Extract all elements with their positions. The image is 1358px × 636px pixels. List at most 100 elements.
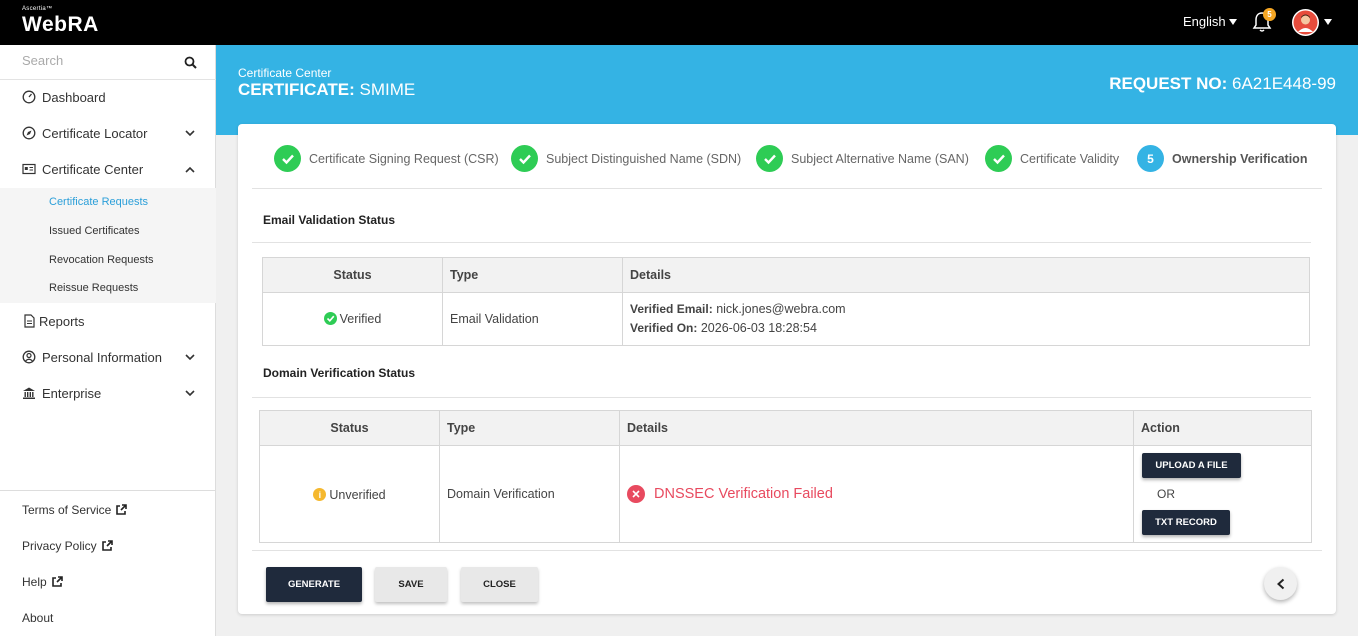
status-badge: Verified: [323, 311, 382, 326]
sidebar-footer: Terms of Service Privacy Policy Help Abo…: [0, 490, 216, 636]
sidebar-item-certificate-center[interactable]: Certificate Center: [0, 151, 216, 187]
table-header-row: Status Type Details Action: [259, 410, 1312, 446]
upload-file-button[interactable]: UPLOAD A FILE: [1142, 453, 1241, 478]
status-badge: i Unverified: [313, 487, 386, 502]
language-selector[interactable]: English: [1183, 14, 1237, 29]
column-header-type: Type: [442, 257, 623, 293]
brand-small: Ascertia™: [22, 6, 53, 12]
save-button[interactable]: SAVE: [375, 567, 447, 602]
sidebar-item-certificate-locator[interactable]: Certificate Locator: [0, 115, 216, 151]
sidebar-subitem-revocation-requests[interactable]: Revocation Requests: [49, 254, 154, 266]
table-row: Verified Email Validation Verified Email…: [262, 292, 1310, 346]
error-x-icon: [627, 485, 645, 503]
wizard-steps: Certificate Signing Request (CSR) Subjec…: [252, 124, 1322, 189]
about-label: About: [22, 611, 54, 625]
email-section-title: Email Validation Status: [263, 213, 396, 227]
help-link[interactable]: Help: [22, 575, 63, 589]
close-button[interactable]: CLOSE: [461, 567, 538, 602]
privacy-policy-link[interactable]: Privacy Policy: [22, 539, 113, 553]
search-input[interactable]: [22, 53, 172, 68]
request-number: REQUEST NO: 6A21E448-99: [1109, 74, 1336, 94]
column-header-action: Action: [1133, 410, 1312, 446]
bank-icon: [23, 387, 35, 399]
table-row: i Unverified Domain Verification DNSSEC …: [259, 445, 1312, 543]
divider: [252, 397, 1311, 398]
page-title: CERTIFICATE: SMIME: [238, 80, 415, 100]
sidebar-item-enterprise[interactable]: Enterprise: [0, 375, 216, 411]
chevron-down-icon: [185, 129, 195, 136]
step-csr[interactable]: Certificate Signing Request (CSR): [274, 145, 499, 172]
external-link-icon: [101, 540, 113, 551]
caret-down-icon: [1228, 18, 1237, 25]
external-link-icon: [116, 504, 128, 515]
sidebar-item-personal-information[interactable]: Personal Information: [0, 339, 216, 375]
about-link[interactable]: About: [22, 611, 53, 625]
notification-badge: 5: [1263, 8, 1276, 21]
divider: [252, 242, 1311, 243]
status-cell: Verified: [262, 292, 443, 346]
step-label: Subject Distinguished Name (SDN): [546, 151, 742, 166]
back-button[interactable]: [1264, 567, 1297, 600]
chevron-down-icon: [185, 353, 195, 360]
table-header-row: Status Type Details: [262, 257, 1310, 293]
search-icon[interactable]: [184, 56, 197, 69]
avatar[interactable]: [1292, 9, 1319, 36]
sidebar-subitem-certificate-requests[interactable]: Certificate Requests: [49, 196, 148, 208]
step-san[interactable]: Subject Alternative Name (SAN): [756, 145, 969, 172]
step-label: Certificate Validity: [1020, 151, 1120, 166]
step-label: Ownership Verification: [1172, 151, 1308, 166]
sidebar-item-label: Certificate Locator: [42, 125, 148, 141]
or-label: OR: [1157, 487, 1175, 501]
sidebar-subitem-issued-certificates[interactable]: Issued Certificates: [49, 225, 139, 237]
privacy-policy-label: Privacy Policy: [22, 539, 97, 553]
check-icon: [511, 145, 538, 172]
breadcrumb[interactable]: Certificate Center: [238, 66, 331, 80]
check-icon: [985, 145, 1012, 172]
step-sdn[interactable]: Subject Distinguished Name (SDN): [511, 145, 741, 172]
txt-record-button[interactable]: TXT RECORD: [1142, 510, 1230, 535]
sidebar-item-label: Dashboard: [42, 89, 106, 105]
check-icon: [756, 145, 783, 172]
page-header: Certificate Center CERTIFICATE: SMIME RE…: [216, 45, 1358, 135]
step-ownership-verification[interactable]: 5 Ownership Verification: [1137, 145, 1307, 172]
sidebar-item-label: Certificate Center: [42, 161, 144, 177]
language-label: English: [1183, 14, 1226, 29]
verified-on-value: 2026-06-03 18:28:54: [700, 321, 817, 335]
certificate-center-submenu: Certificate Requests Issued Certificates…: [0, 188, 216, 303]
document-icon: [24, 314, 35, 328]
info-warning-icon: i: [313, 488, 327, 501]
generate-button[interactable]: GENERATE: [266, 567, 362, 602]
step-label: Subject Alternative Name (SAN): [791, 151, 969, 166]
domain-section-title: Domain Verification Status: [263, 366, 416, 380]
check-icon: [274, 145, 301, 172]
sidebar-item-dashboard[interactable]: Dashboard: [0, 79, 216, 115]
verified-on-label: Verified On:: [630, 321, 698, 335]
id-card-icon: [22, 163, 36, 175]
status-text: Unverified: [329, 487, 386, 502]
chevron-up-icon: [185, 166, 195, 173]
request-value: 6A21E448-99: [1232, 74, 1336, 93]
column-header-details: Details: [622, 257, 1310, 293]
sidebar-item-reports[interactable]: Reports: [0, 303, 216, 339]
details-cell: DNSSEC Verification Failed: [619, 445, 1134, 543]
step-number: 5: [1137, 145, 1164, 172]
status-text: Verified: [339, 311, 382, 326]
search-box: [0, 45, 216, 80]
column-header-type: Type: [439, 410, 620, 446]
chevron-down-icon: [185, 389, 195, 396]
type-cell: Domain Verification: [439, 445, 620, 543]
caret-down-icon[interactable]: [1324, 19, 1332, 25]
user-circle-icon: [22, 350, 36, 364]
terms-of-service-link[interactable]: Terms of Service: [22, 503, 128, 517]
sidebar-subitem-reissue-requests[interactable]: Reissue Requests: [49, 282, 138, 294]
sidebar-item-label: Reports: [39, 313, 85, 329]
status-cell: i Unverified: [259, 445, 440, 543]
step-certificate-validity[interactable]: Certificate Validity: [985, 145, 1119, 172]
verified-email-label: Verified Email:: [630, 302, 713, 316]
column-header-details: Details: [619, 410, 1134, 446]
chevron-left-icon: [1276, 578, 1284, 589]
logo[interactable]: Ascertia™ WebRA: [22, 6, 99, 37]
title-label: CERTIFICATE:: [238, 80, 355, 99]
divider: [252, 550, 1322, 551]
compass-icon: [22, 126, 36, 140]
